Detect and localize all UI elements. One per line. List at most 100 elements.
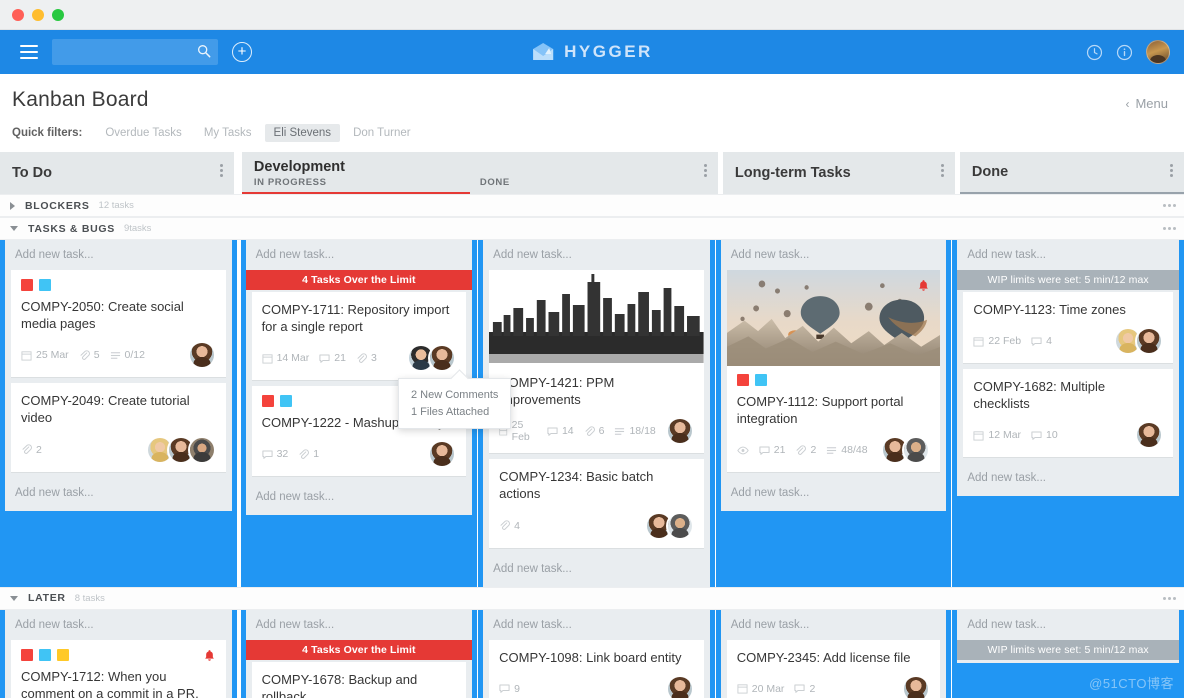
close-window-button[interactable] — [12, 8, 24, 21]
add-button[interactable]: + — [232, 42, 252, 62]
swimlane-header-later[interactable]: LATER 8 tasks — [0, 586, 1184, 610]
column-header-long-term-tasks[interactable]: Long-term Tasks — [722, 152, 955, 194]
board-body: BLOCKERS 12 tasks TASKS & BUGS 9tasks Ad… — [0, 194, 1184, 698]
task-card[interactable]: COMPY-1123: Time zones 22 Feb 4 — [963, 292, 1173, 364]
chevron-down-icon[interactable] — [10, 226, 18, 231]
hamburger-menu-icon[interactable] — [20, 45, 38, 59]
task-card[interactable]: COMPY-1234: Basic batch actions 4 — [489, 459, 704, 548]
notification-bell-icon[interactable] — [917, 279, 930, 293]
avatar[interactable] — [902, 436, 931, 465]
avatar[interactable] — [1134, 421, 1163, 450]
avatar[interactable] — [187, 341, 216, 370]
column-menu-icon[interactable] — [940, 164, 944, 177]
search-input[interactable] — [52, 39, 218, 65]
paperclip-icon — [500, 520, 511, 530]
due-date: 20 Mar — [737, 683, 784, 695]
add-task-input-bottom[interactable]: Add new task... — [246, 482, 473, 512]
calendar-icon — [973, 431, 984, 441]
column-cards-to-do: Add new task... COMPY-2050: Create socia… — [5, 240, 232, 511]
subcolumn-in-progress[interactable]: IN PROGRESS — [241, 177, 480, 196]
avatar[interactable] — [665, 674, 694, 698]
info-icon[interactable] — [1116, 44, 1133, 61]
add-task-input[interactable]: Add new task... — [483, 240, 710, 270]
task-card[interactable]: COMPY-2049: Create tutorial video 2 — [11, 383, 226, 472]
lane-column-long-term-later: Add new task... COMPY-2345: Add license … — [715, 609, 952, 698]
column-header-development[interactable]: Development IN PROGRESS DONE — [241, 152, 718, 196]
quick-filter-eli-stevens[interactable]: Eli Stevens — [264, 124, 341, 142]
maximize-window-button[interactable] — [52, 8, 64, 21]
wip-limits-banner: WIP limits were set: 5 min/12 max — [957, 639, 1179, 660]
avatar[interactable] — [665, 511, 694, 540]
add-task-input-bottom[interactable]: Add new task... — [483, 554, 710, 584]
column-cards-long-term-later: Add new task... COMPY-2345: Add license … — [720, 609, 947, 698]
card-title: COMPY-2345: Add license file — [736, 649, 911, 665]
add-task-input[interactable]: Add new task... — [5, 610, 232, 640]
quick-filter-don-turner[interactable]: Don Turner — [344, 124, 420, 142]
tag-red — [736, 374, 749, 386]
swimlane-header-blockers[interactable]: BLOCKERS 12 tasks — [0, 194, 1184, 217]
swimlane-menu-icon[interactable] — [1163, 227, 1176, 230]
column-menu-icon[interactable] — [1170, 164, 1173, 177]
add-task-input-bottom[interactable]: Add new task... — [5, 478, 232, 508]
quick-filter-overdue-tasks[interactable]: Overdue Tasks — [96, 124, 191, 142]
swimlane-menu-icon[interactable] — [1163, 596, 1176, 600]
card-title: COMPY-1123: Time zones — [973, 302, 1126, 317]
notification-bell-icon[interactable] — [203, 649, 216, 663]
task-card[interactable]: COMPY-2050: Create social media pages 25… — [11, 270, 226, 378]
add-task-input[interactable]: Add new task... — [246, 610, 473, 640]
swimlane-tasks-bugs-body: Add new task... COMPY-2050: Create socia… — [0, 240, 1184, 587]
add-task-input-bottom[interactable]: Add new task... — [721, 478, 947, 508]
card-meta: 9 — [499, 674, 694, 698]
task-card[interactable]: COMPY-1711: Repository import for a sing… — [251, 292, 467, 381]
column-menu-icon[interactable] — [219, 164, 223, 177]
user-avatar[interactable] — [1146, 40, 1170, 64]
task-card[interactable]: COMPY-1421: PPM improvements 25 Feb 14 6… — [489, 270, 704, 454]
add-task-input[interactable]: Add new task... — [5, 240, 232, 270]
due-date: 14 Mar — [262, 352, 309, 364]
task-card[interactable]: COMPY-1098: Link board entity 9 — [489, 639, 704, 698]
card-meta: 25 Mar 5 0/12 — [21, 341, 216, 370]
task-card[interactable]: COMPY-1678: Backup and rollback — [251, 661, 467, 698]
add-task-input[interactable]: Add new task... — [957, 610, 1179, 640]
menu-toggle-button[interactable]: ‹ Menu — [1125, 96, 1168, 111]
assignee-avatars — [187, 341, 216, 370]
add-task-input[interactable]: Add new task... — [246, 240, 473, 270]
avatar[interactable] — [428, 344, 457, 373]
task-card[interactable]: COMPY-1712: When you comment on a commit… — [11, 639, 226, 698]
swimlane-menu-icon[interactable] — [1163, 204, 1176, 207]
chevron-right-icon[interactable] — [10, 201, 15, 210]
eye-icon — [737, 446, 749, 455]
clock-icon[interactable] — [1086, 44, 1103, 61]
comments: 32 — [261, 448, 288, 460]
avatar[interactable] — [665, 417, 694, 446]
add-task-input[interactable]: Add new task... — [483, 610, 710, 640]
attachments: 1 — [298, 448, 319, 460]
column-menu-icon[interactable] — [703, 164, 707, 177]
minimize-window-button[interactable] — [32, 8, 44, 21]
avatar[interactable] — [902, 674, 931, 698]
add-task-input[interactable]: Add new task... — [957, 240, 1179, 270]
add-task-input[interactable]: Add new task... — [721, 610, 947, 640]
column-header-done[interactable]: Done — [959, 152, 1184, 194]
swimlane-header-tasks-bugs[interactable]: TASKS & BUGS 9tasks — [0, 217, 1184, 240]
card-title: COMPY-1682: Multiple checklists — [973, 379, 1106, 412]
brand-name: HYGGER — [564, 42, 653, 61]
search-box[interactable] — [52, 39, 218, 65]
task-card[interactable]: COMPY-2345: Add license file 20 Mar 2 — [726, 639, 941, 698]
chevron-down-icon[interactable] — [10, 595, 18, 601]
column-title: Development — [253, 158, 345, 175]
tooltip-line-files: 1 Files Attached — [411, 405, 490, 418]
swimlane-count: 9tasks — [123, 223, 152, 234]
avatar[interactable] — [1134, 327, 1163, 356]
task-card[interactable]: COMPY-1682: Multiple checklists 12 Mar 1… — [963, 369, 1173, 458]
avatar[interactable] — [428, 440, 457, 469]
add-task-input[interactable]: Add new task... — [721, 240, 947, 270]
add-task-input-bottom[interactable]: Add new task... — [957, 463, 1179, 493]
avatar[interactable] — [187, 435, 216, 464]
task-card[interactable]: COMPY-1112: Support portal integration 2… — [726, 270, 941, 473]
due-date-value: 25 Mar — [36, 349, 69, 362]
attachments: 6 — [584, 425, 604, 437]
quick-filter-my-tasks[interactable]: My Tasks — [195, 124, 261, 142]
column-header-to-do[interactable]: To Do — [0, 152, 234, 194]
subcolumn-done[interactable]: DONE — [480, 177, 706, 188]
